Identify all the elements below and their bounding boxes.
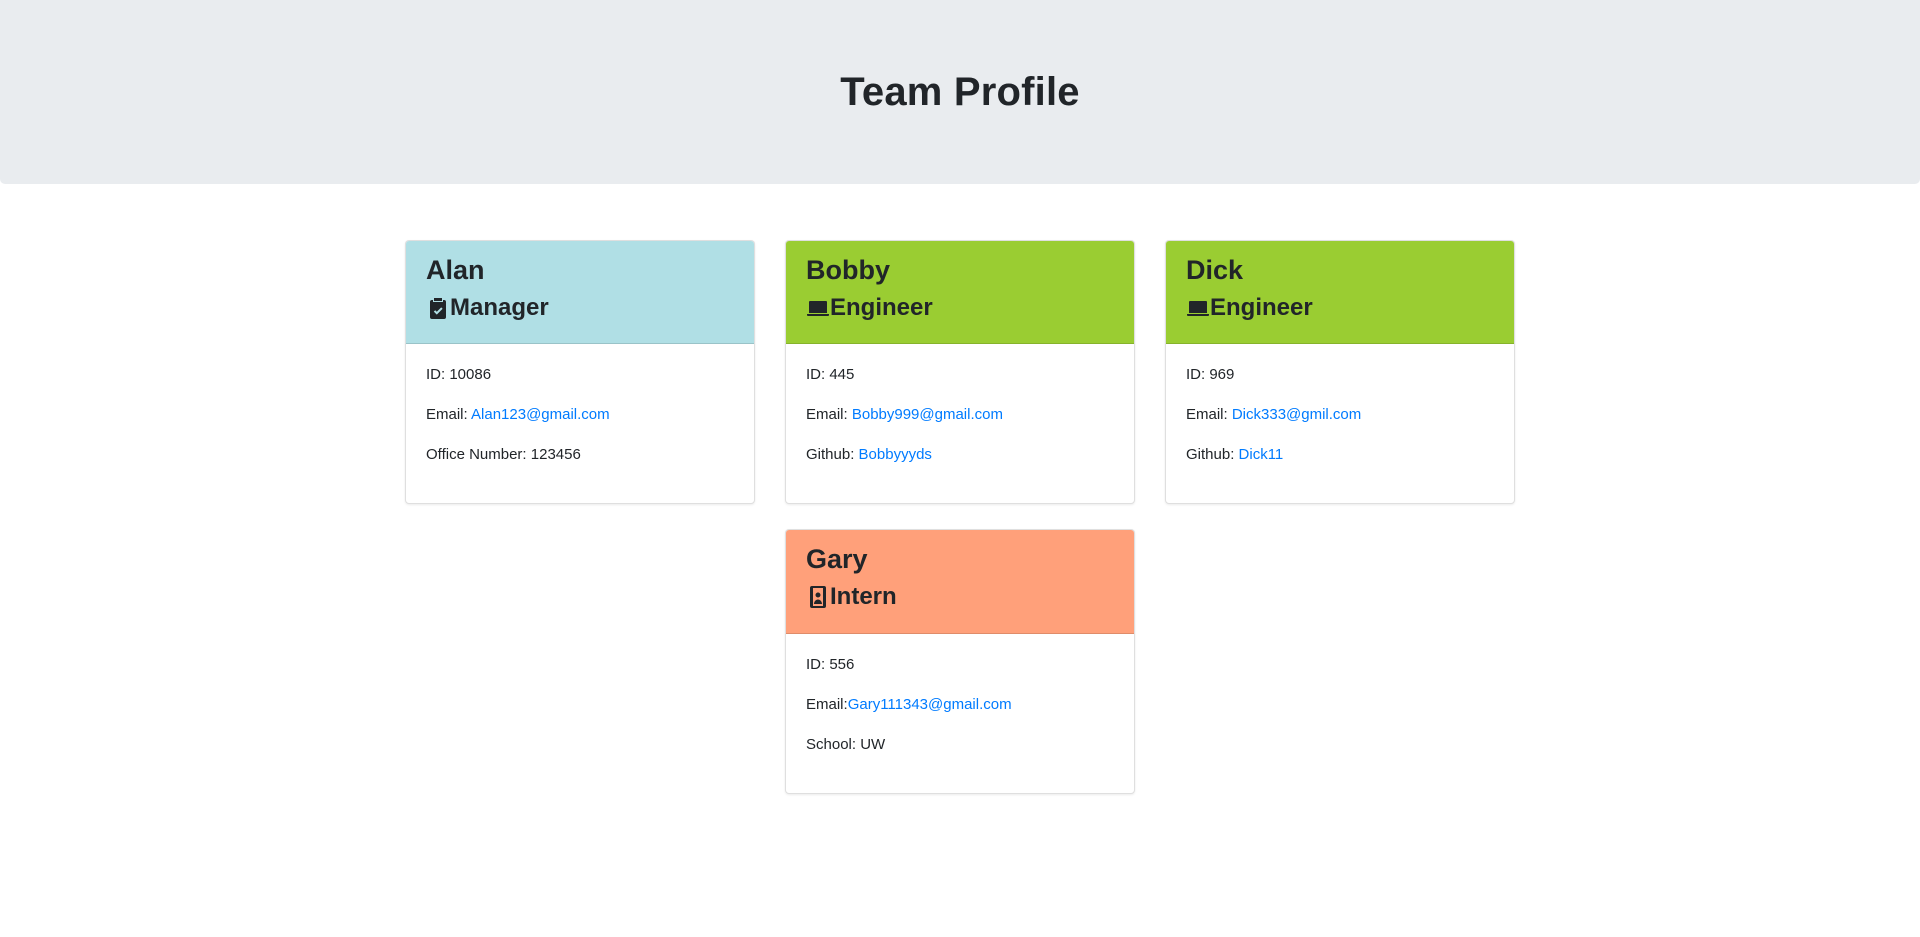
employee-email-row: Email: Dick333@gmil.com <box>1186 406 1494 424</box>
employee-name: Dick <box>1186 255 1244 285</box>
github-row: Github: Bobbyyyds <box>806 446 1114 464</box>
page-title: Team Profile <box>840 69 1080 114</box>
email-label: Email: <box>806 696 848 713</box>
employee-role: Engineer <box>1186 293 1494 323</box>
github-row: Github: Dick11 <box>1186 446 1494 464</box>
email-label: Email: <box>1186 406 1232 423</box>
employee-id: ID: 10086 <box>426 366 492 383</box>
github-label: Github: <box>806 446 859 463</box>
employee-name: Bobby <box>806 255 890 285</box>
card-header: Alan Manager <box>406 241 754 344</box>
email-link[interactable]: Bobby999@gmail.com <box>852 406 1003 423</box>
employee-card-gary: Gary Intern ID: 556 Email:Gary111343@gma… <box>785 529 1135 794</box>
card-body: ID: 556 Email:Gary111343@gmail.com Schoo… <box>786 634 1134 792</box>
card-header: Bobby Engineer <box>786 241 1134 344</box>
laptop-icon <box>807 301 829 316</box>
email-label: Email: <box>426 406 472 423</box>
email-link[interactable]: Alan123@gmail.com <box>471 406 610 423</box>
employee-email-row: Email: Alan123@gmail.com <box>426 406 734 424</box>
employee-card-dick: Dick Engineer ID: 969 Email: Dick333@gmi… <box>1165 240 1515 504</box>
employee-role-label: Engineer <box>830 294 933 321</box>
github-link[interactable]: Dick11 <box>1239 446 1284 463</box>
card-body: ID: 969 Email: Dick333@gmil.com Github: … <box>1166 344 1514 502</box>
employee-role: Engineer <box>806 293 1114 323</box>
clipboard-check-icon <box>430 298 446 319</box>
employee-id: ID: 969 <box>1186 366 1235 383</box>
employee-role-label: Manager <box>450 294 549 321</box>
employee-name: Gary <box>806 544 868 574</box>
card-body: ID: 445 Email: Bobby999@gmail.com Github… <box>786 344 1134 502</box>
laptop-icon <box>1187 301 1209 316</box>
employee-id: ID: 445 <box>806 366 855 383</box>
school: School: UW <box>806 736 886 753</box>
card-header: Gary Intern <box>786 530 1134 634</box>
employee-role-label: Engineer <box>1210 294 1313 321</box>
card-body: ID: 10086 Email: Alan123@gmail.com Offic… <box>406 344 754 502</box>
employee-card-alan: Alan Manager ID: 10086 Email: Alan123@gm… <box>405 240 755 504</box>
github-link[interactable]: Bobbyyyds <box>859 446 932 463</box>
card-header: Dick Engineer <box>1166 241 1514 344</box>
employee-email-row: Email: Bobby999@gmail.com <box>806 406 1114 424</box>
employee-role-label: Intern <box>830 583 897 610</box>
email-link[interactable]: Gary111343@gmail.com <box>848 696 1012 713</box>
page-header: Team Profile <box>0 0 1920 184</box>
email-link[interactable]: Dick333@gmil.com <box>1232 406 1361 423</box>
employee-role: Manager <box>426 293 734 323</box>
employee-id: ID: 556 <box>806 656 855 673</box>
employee-name: Alan <box>426 255 485 285</box>
office-number: Office Number: 123456 <box>426 446 581 463</box>
employee-role: Intern <box>806 582 1114 612</box>
github-label: Github: <box>1186 446 1239 463</box>
email-label: Email: <box>806 406 852 423</box>
employee-card-bobby: Bobby Engineer ID: 445 Email: Bobby999@g… <box>785 240 1135 504</box>
employee-email-row: Email:Gary111343@gmail.com <box>806 696 1114 714</box>
id-badge-icon <box>810 586 826 608</box>
